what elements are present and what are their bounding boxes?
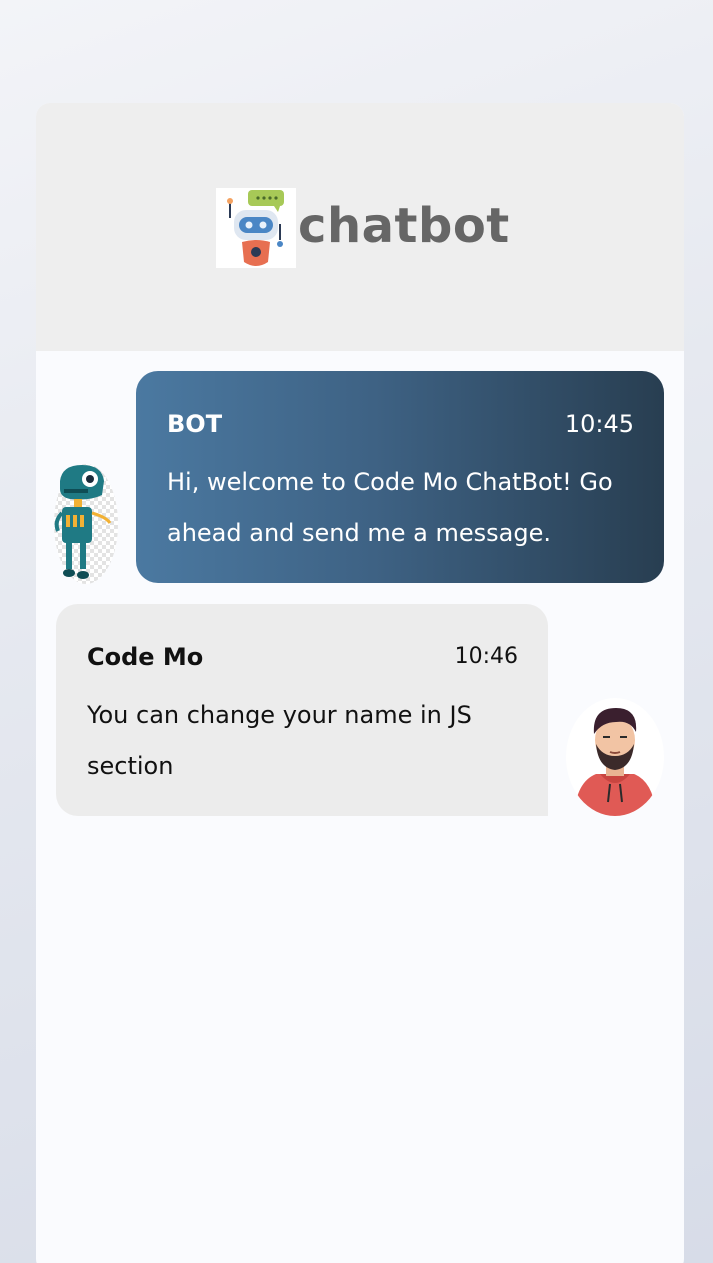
message-sender: Code Mo xyxy=(87,643,204,671)
message-time: 10:46 xyxy=(454,644,518,669)
bot-message-bubble: BOT 10:45 Hi, welcome to Code Mo ChatBot… xyxy=(136,371,664,583)
user-message-bubble: Code Mo 10:46 You can change your name i… xyxy=(56,604,548,816)
user-avatar-icon xyxy=(566,698,664,816)
message-sender: BOT xyxy=(167,410,223,438)
brand-title: chatbot xyxy=(298,198,510,254)
robot-chat-icon xyxy=(216,188,296,268)
chat-window: chatbot BOT 10:45 Hi, welcome to Code Mo… xyxy=(36,103,684,1263)
message-text: Hi, welcome to Code Mo ChatBot! Go ahead… xyxy=(167,468,613,547)
message-time: 10:45 xyxy=(564,410,634,438)
chat-header: chatbot xyxy=(36,103,684,351)
robot-avatar-icon xyxy=(50,461,120,587)
message-text: You can change your name in JS section xyxy=(87,701,472,780)
